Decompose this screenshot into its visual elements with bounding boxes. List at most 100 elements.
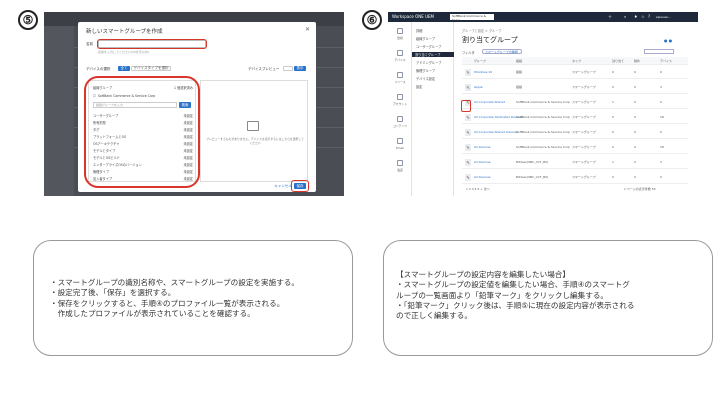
more-icon[interactable]: ● ●	[664, 38, 672, 43]
note-box-right: 【スマートグループの設定内容を編集したい場合】 ・スマートグループの設定値を編集し…	[383, 240, 713, 356]
nav-item[interactable]: 組織グループ	[416, 36, 435, 41]
table-cell: Bitdeer(SBC_CCT_B2)	[516, 175, 549, 179]
table-row[interactable]: ✎ All Devices Bitdeer(SBC_CCT_B2) スマートグループ 1…	[462, 156, 688, 169]
table-cell[interactable]: Apple	[474, 85, 483, 89]
table-cell: スマートグループ	[572, 160, 596, 164]
table-row[interactable]: ✎ Windows 10 組織 スマートグループ 0 0 0	[462, 66, 688, 79]
table-cell[interactable]: Windows 10	[474, 70, 492, 74]
sidebar-item[interactable]: デバイス	[388, 50, 412, 62]
pencil-icon[interactable]: ✎	[465, 129, 471, 136]
sidebar-item-label: リソース	[394, 80, 406, 84]
tab-all[interactable]: 全て	[118, 66, 130, 71]
table-cell[interactable]: All Corporate Shared Devices	[474, 130, 518, 134]
table-row[interactable]: ✎ All Corporate Shared SoftBank Commerce &…	[462, 96, 688, 109]
pencil-icon[interactable]: ✎	[465, 159, 471, 166]
nav-item[interactable]: アドミングループ	[416, 60, 441, 65]
main-content: グループと設定 > グループ 割り当てグループ ● ● フィルタ スマートグルー…	[454, 22, 698, 196]
note-text-left: ・スマートグループの識別名称や、スマートグループの設定を実施する。 ・設定完了後、…	[50, 278, 299, 319]
nav-item[interactable]: ユーザーグループ	[416, 44, 441, 49]
pencil-icon[interactable]: ✎	[465, 114, 471, 121]
note-line: 作成したプロファイルが表示されていることを確認する。	[50, 308, 255, 318]
column-header[interactable]: グループ	[474, 59, 486, 63]
note-line: ループの一覧画面より「鉛筆マーク」をクリックし編集する。	[396, 290, 609, 300]
column-header[interactable]: 除外	[634, 59, 640, 63]
column-header[interactable]: タイプ	[572, 59, 581, 63]
table-cell: 0	[612, 85, 614, 89]
table-row[interactable]: ✎ All Corporate Shared Devices SoftBank Co…	[462, 126, 688, 139]
preview-label: デバイスプレビュー	[248, 67, 280, 71]
nav-item[interactable]: 管理グループ	[416, 68, 435, 73]
pencil-icon[interactable]: ✎	[465, 84, 471, 91]
preview-placeholder-icon	[247, 121, 259, 131]
table-cell: スマートグループ	[572, 70, 596, 74]
table-cell[interactable]: All Devices	[474, 145, 491, 149]
search-icon[interactable]: ⌕	[624, 14, 626, 19]
star-icon[interactable]: ☆	[641, 14, 645, 19]
column-header[interactable]: 割り当て	[612, 59, 624, 63]
app-topbar: Workspace ONE UEM SoftBank Commerce & Se…	[388, 12, 698, 22]
table-cell: 1	[612, 100, 614, 104]
close-icon[interactable]: ✕	[305, 26, 310, 33]
column-header[interactable]: 組織	[516, 59, 522, 63]
sidebar-item-label: Email	[396, 146, 404, 150]
table-cell: 0	[634, 115, 636, 119]
table-cell[interactable]: All Devices	[474, 175, 491, 179]
pencil-icon[interactable]: ✎	[465, 69, 471, 76]
table-cell[interactable]: All Corporate Shared	[474, 100, 505, 104]
page-title: 割り当てグループ	[462, 36, 518, 44]
note-line: ・保存をクリックすると、手順④のプロファイル一覧が表示される。	[50, 298, 285, 308]
table-row[interactable]: ✎ Apple 組織 スマートグループ 0 0 3	[462, 81, 688, 94]
items-per-page[interactable]: 1 ページの表示件数 50	[624, 187, 656, 191]
table-cell: スマートグループ	[572, 100, 596, 104]
nav-item[interactable]: 設定	[416, 84, 422, 89]
sidebar-item[interactable]: 監視	[388, 28, 412, 40]
column-header[interactable]: デバイス	[660, 59, 672, 63]
preview-show-button[interactable]: 表示	[294, 66, 306, 71]
table-cell: 組織	[516, 70, 523, 74]
sidebar-item[interactable]: リソース	[388, 72, 412, 84]
table-cell: 0	[660, 130, 662, 134]
name-hint: 名前を入力してください(50文字以内)	[98, 50, 149, 54]
sidebar-item[interactable]: 電話	[388, 160, 412, 172]
user-label[interactable]: spnuser...	[656, 15, 671, 19]
nav-item[interactable]: デバイス設定	[416, 76, 435, 81]
highlight-name-input	[97, 39, 207, 49]
pencil-icon[interactable]: ✎	[465, 174, 471, 181]
add-icon[interactable]: ＋	[608, 14, 612, 20]
sidebar-item-label: デバイス	[394, 58, 406, 62]
table-cell[interactable]: All Devices	[474, 160, 491, 164]
table-cell: 0	[634, 145, 636, 149]
table-cell: 0	[660, 175, 662, 179]
notification-icon[interactable]: ♦	[634, 14, 638, 19]
help-icon[interactable]: ?	[648, 14, 650, 19]
pagination[interactable]: 1 2 3 4 5 > 次へ	[466, 187, 490, 191]
table-row[interactable]: ✎ All Corporate Dedicated Devices SoftBank…	[462, 111, 688, 124]
table-cell: スマートグループ	[572, 130, 596, 134]
table-cell: 0	[612, 70, 614, 74]
table-row[interactable]: ✎ All Devices Bitdeer(SBC_CCT_B2) スマートグループ 0…	[462, 171, 688, 184]
table-row[interactable]: ✎ All Devices SoftBank Commerce & Service …	[462, 141, 688, 154]
nav-item[interactable]: 割り当てグループ	[412, 52, 454, 57]
table-cell: 0	[634, 160, 636, 164]
sidebar-item[interactable]: アカウント	[388, 94, 412, 106]
org-dropdown[interactable]: SoftBank Commerce & Servi...	[450, 14, 494, 22]
table-cell: スマートグループ	[572, 115, 596, 119]
layout-dropdown[interactable]	[644, 49, 674, 54]
table-cell: SoftBank Commerce & Service Corp	[516, 115, 571, 119]
sidebar-icon	[397, 116, 403, 122]
table-cell: 0	[634, 70, 636, 74]
sidebar-item[interactable]: コンテンツ	[388, 116, 412, 128]
preview-tab[interactable]	[283, 66, 293, 71]
table-header: グループ 組織 タイプ 割り当て 除外 デバイス	[462, 57, 688, 65]
pencil-icon[interactable]: ✎	[465, 144, 471, 151]
sidebar-icon	[397, 28, 403, 34]
filter-chip[interactable]: スマートグループの種類	[482, 49, 522, 54]
tab-device-type[interactable]: デバイスタイプを選択	[131, 66, 171, 71]
nav-item[interactable]: 詳細	[416, 28, 422, 33]
note-line: ・設定完了後、「保存」を選択する。	[50, 288, 176, 298]
table-cell: 0	[634, 85, 636, 89]
table-cell: 1	[612, 160, 614, 164]
cancel-button[interactable]: キャンセル	[274, 183, 292, 189]
sidebar-item[interactable]: Email	[388, 138, 412, 150]
table-cell: 18	[660, 115, 664, 119]
